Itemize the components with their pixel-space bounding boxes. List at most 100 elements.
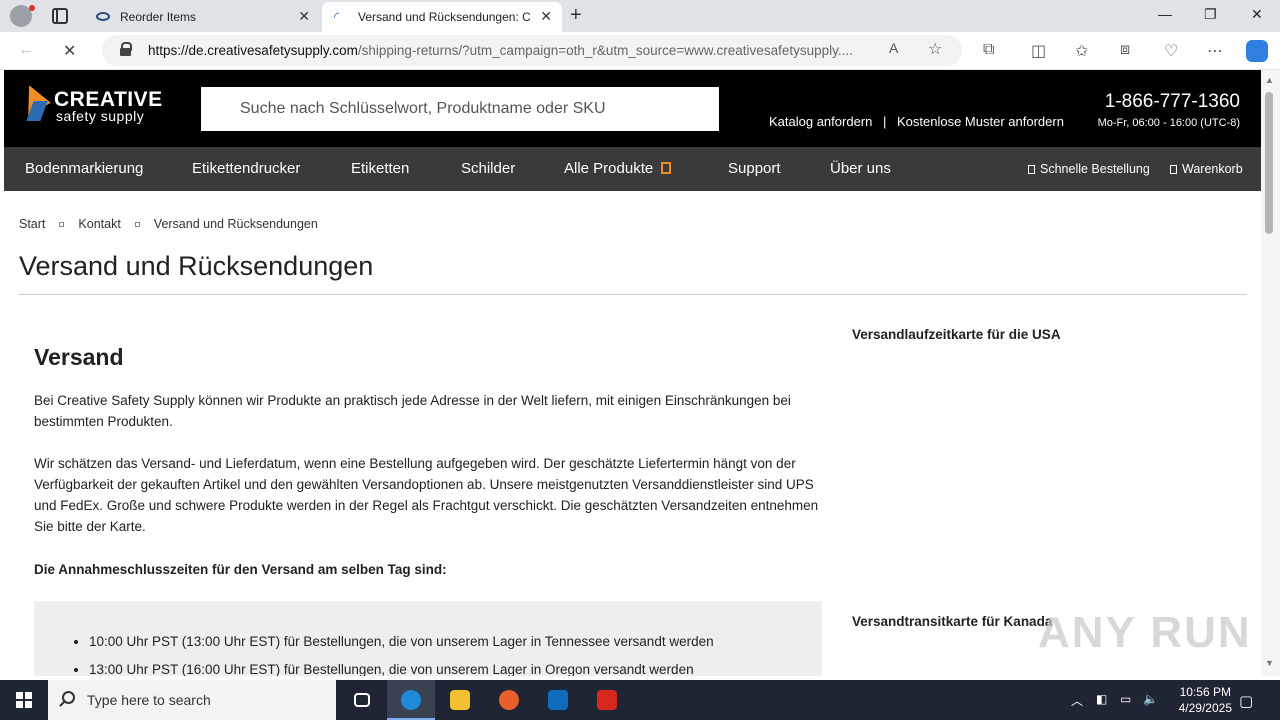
cart-link[interactable]: Warenkorb xyxy=(1170,162,1243,176)
back-icon[interactable]: ← xyxy=(18,41,34,59)
breadcrumb: Start Kontakt Versand und Rücksendungen xyxy=(19,217,318,231)
cart-icon xyxy=(1170,165,1177,174)
nav-item-support[interactable]: Support xyxy=(728,160,781,177)
tab-reorder-items[interactable]: Reorder Items ✕ xyxy=(84,2,320,32)
tab-actions-icon[interactable] xyxy=(52,8,68,24)
cutoff-times-list: 10:00 Uhr PST (13:00 Uhr EST) für Bestel… xyxy=(89,628,714,676)
watermark: ANY RUN xyxy=(1038,608,1252,657)
cutoff-times-box: 10:00 Uhr PST (13:00 Uhr EST) für Bestel… xyxy=(34,601,822,676)
minimize-icon[interactable]: — xyxy=(1158,6,1172,22)
browser-tab-strip: Reorder Items ✕ ◜ Versand und Rücksendun… xyxy=(0,0,1280,32)
network-icon[interactable]: ▭ xyxy=(1120,692,1131,706)
breadcrumb-current: Versand und Rücksendungen xyxy=(153,217,318,231)
breadcrumb-separator-icon xyxy=(59,222,65,227)
title-divider xyxy=(19,294,1247,295)
lock-icon[interactable] xyxy=(120,42,132,56)
performance-icon[interactable]: ♡ xyxy=(1164,41,1178,61)
quick-order-link[interactable]: Schnelle Bestellung xyxy=(1028,162,1150,176)
breadcrumb-separator-icon xyxy=(134,222,140,227)
scroll-down-icon[interactable]: ▼ xyxy=(1265,658,1274,668)
edge-icon xyxy=(401,690,421,710)
canada-map-heading: Versandtransitkarte für Kanada xyxy=(852,614,1053,629)
logo-subtext[interactable]: safety supply xyxy=(56,108,144,124)
tab-loading-icon: ◜ xyxy=(334,9,340,24)
web-page: CREATIVE safety supply Katalog anfordern… xyxy=(4,70,1261,676)
url-host: https://de.creativesafetysupply.com xyxy=(148,43,358,58)
firefox-icon xyxy=(499,690,519,710)
header-links: Katalog anfordern | Kostenlose Muster an… xyxy=(769,114,1064,129)
outlook-icon xyxy=(548,690,568,710)
page-scrollbar[interactable]: ▲ ▼ xyxy=(1261,70,1280,676)
request-catalog-link[interactable]: Katalog anfordern xyxy=(769,114,872,129)
more-options-icon[interactable]: ⋯ xyxy=(1207,41,1223,61)
scrollbar-thumb[interactable] xyxy=(1265,92,1273,234)
tab-favicon-icon xyxy=(96,12,110,21)
split-screen-icon[interactable]: ◫ xyxy=(1031,41,1046,61)
quick-order-label: Schnelle Bestellung xyxy=(1040,162,1150,176)
notification-dot-icon xyxy=(29,5,35,11)
collections-icon[interactable]: ⧈ xyxy=(1120,41,1130,59)
favorite-star-icon[interactable]: ☆ xyxy=(928,39,942,59)
notifications-icon[interactable]: ▢ xyxy=(1239,692,1253,710)
tab-shipping-returns[interactable]: ◜ Versand und Rücksendungen: Cr ✕ xyxy=(322,2,562,32)
url-path: /shipping-returns/?utm_campaign=oth_r&ut… xyxy=(357,43,853,58)
page-title: Versand und Rücksendungen xyxy=(19,251,374,281)
main-nav: Bodenmarkierung Etikettendrucker Etikett… xyxy=(4,147,1261,191)
logo-icon[interactable] xyxy=(15,80,51,125)
breadcrumb-start[interactable]: Start xyxy=(19,217,45,231)
new-tab-icon[interactable]: + xyxy=(570,4,582,27)
taskbar-explorer[interactable] xyxy=(436,680,484,720)
business-hours: Mo-Fr, 06:00 - 16:00 (UTC-8) xyxy=(1097,117,1240,129)
extensions-icon[interactable]: ⧉ xyxy=(983,41,994,59)
read-aloud-icon[interactable]: A xyxy=(889,40,898,56)
taskbar-outlook[interactable] xyxy=(534,680,582,720)
file-explorer-icon xyxy=(450,690,470,710)
taskbar-acrobat[interactable] xyxy=(583,680,631,720)
stop-icon[interactable]: ✕ xyxy=(63,41,76,61)
dropdown-icon xyxy=(661,162,672,174)
link-separator: | xyxy=(882,114,887,129)
list-item: 10:00 Uhr PST (13:00 Uhr EST) für Bestel… xyxy=(89,628,714,656)
taskbar-firefox[interactable] xyxy=(485,680,533,720)
start-button[interactable] xyxy=(16,692,32,708)
tray-app-icon[interactable]: ◧ xyxy=(1096,692,1107,706)
volume-icon[interactable]: 🔈 xyxy=(1143,692,1158,706)
task-view-button[interactable] xyxy=(338,680,386,720)
tab-close-icon[interactable]: ✕ xyxy=(540,8,552,25)
cutoff-heading: Die Annahmeschlusszeiten für den Versand… xyxy=(34,562,447,577)
nav-item-label: Alle Produkte xyxy=(564,160,654,177)
nav-item-label-printers[interactable]: Etikettendrucker xyxy=(192,160,300,177)
site-header: CREATIVE safety supply Katalog anfordern… xyxy=(4,70,1261,147)
address-bar[interactable]: https://de.creativesafetysupply.com/ship… xyxy=(102,35,962,66)
taskbar-search[interactable]: Type here to search xyxy=(48,680,336,720)
taskbar-edge[interactable] xyxy=(387,680,435,720)
copilot-icon[interactable] xyxy=(1246,40,1268,62)
windows-taskbar: Type here to search ︿ ◧ ▭ 🔈 10:56 PM 4/2… xyxy=(0,680,1280,720)
shipping-intro-paragraph: Bei Creative Safety Supply können wir Pr… xyxy=(34,393,791,429)
free-samples-link[interactable]: Kostenlose Muster anfordern xyxy=(897,114,1064,129)
site-search-input[interactable] xyxy=(201,87,719,131)
taskbar-search-placeholder: Type here to search xyxy=(87,692,211,708)
list-item: 13:00 Uhr PST (16:00 Uhr EST) für Bestel… xyxy=(89,656,714,676)
search-icon xyxy=(62,691,75,704)
tray-overflow-icon[interactable]: ︿ xyxy=(1071,692,1083,709)
cart-label: Warenkorb xyxy=(1182,162,1243,176)
url-text[interactable]: https://de.creativesafetysupply.com/ship… xyxy=(148,43,888,58)
phone-number[interactable]: 1-866-777-1360 xyxy=(1105,91,1240,113)
tab-close-icon[interactable]: ✕ xyxy=(298,8,310,25)
usa-map-heading: Versandlaufzeitkarte für die USA xyxy=(852,327,1061,342)
scroll-up-icon[interactable]: ▲ xyxy=(1265,75,1274,85)
clock-date: 4/29/2025 xyxy=(1178,701,1232,715)
acrobat-icon xyxy=(597,690,617,710)
nav-item-floor-marking[interactable]: Bodenmarkierung xyxy=(25,160,143,177)
nav-item-signs[interactable]: Schilder xyxy=(461,160,515,177)
nav-item-labels[interactable]: Etiketten xyxy=(351,160,409,177)
taskbar-clock[interactable]: 10:56 PM 4/29/2025 xyxy=(1179,684,1232,716)
nav-item-about[interactable]: Über uns xyxy=(830,160,891,177)
nav-item-all-products[interactable]: Alle Produkte xyxy=(564,160,672,177)
breadcrumb-contact[interactable]: Kontakt xyxy=(78,217,120,231)
window-close-icon[interactable]: ✕ xyxy=(1251,6,1263,23)
shipping-estimate-paragraph: Wir schätzen das Versand- und Lieferdatu… xyxy=(34,456,819,534)
restore-icon[interactable]: ❐ xyxy=(1204,6,1217,23)
favorites-icon[interactable]: ✩ xyxy=(1075,41,1088,61)
